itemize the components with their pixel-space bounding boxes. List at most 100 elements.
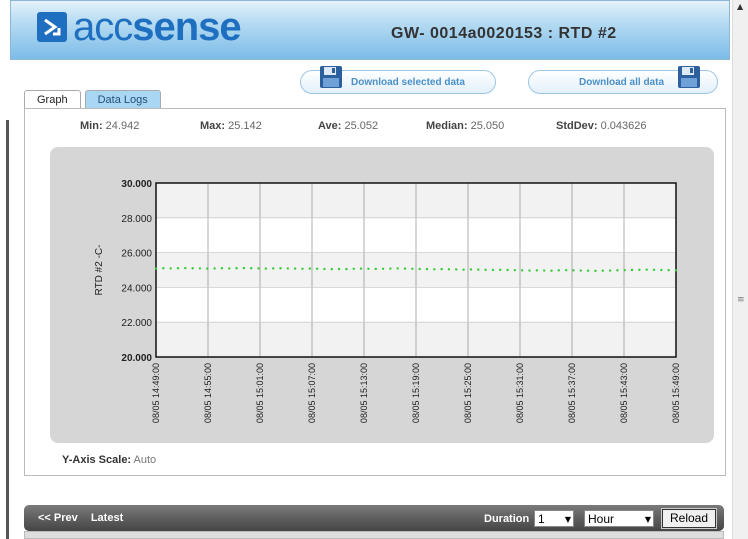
data-point	[374, 267, 377, 271]
data-point	[264, 267, 268, 270]
prev-link[interactable]: << Prev	[38, 512, 78, 524]
data-point	[674, 269, 678, 272]
logo-mark-icon	[37, 12, 67, 42]
data-point	[564, 268, 568, 272]
sensor-page: accsense GW- 0014a0020153 : RTD #2 Downl…	[10, 0, 730, 539]
data-point	[359, 267, 363, 270]
duration-count-select[interactable]: 1 ▼	[534, 510, 574, 527]
data-point	[403, 267, 407, 270]
header-bar: accsense GW- 0014a0020153 : RTD #2	[10, 0, 730, 60]
stat-ave: Ave: 25.052	[318, 120, 379, 132]
data-point	[513, 268, 517, 272]
x-tick-label: 08/05 14:49:00	[151, 363, 161, 423]
data-point	[667, 268, 670, 272]
data-point	[396, 267, 399, 270]
scroll-up-icon[interactable]: ▲	[737, 2, 743, 11]
data-point	[447, 268, 451, 271]
data-point	[228, 267, 231, 270]
tab-graph[interactable]: Graph	[24, 90, 81, 109]
data-point	[381, 267, 385, 270]
data-point	[645, 268, 648, 271]
temperature-chart[interactable]: 20.000 22.000 24.000 26.000 28.000 30.000 08/0…	[50, 147, 714, 443]
y-tick-label: 28.000	[121, 214, 152, 225]
data-point	[220, 267, 224, 270]
data-point	[616, 269, 619, 272]
stat-stddev: StdDev: 0.043626	[556, 120, 647, 132]
stat-max: Max: 25.142	[200, 120, 262, 132]
download-all-button[interactable]: Download all data	[528, 66, 718, 94]
data-point	[337, 267, 341, 271]
data-point	[557, 269, 561, 272]
latest-link[interactable]: Latest	[91, 512, 123, 524]
tab-data-logs[interactable]: Data Logs	[84, 90, 161, 109]
data-point	[484, 268, 487, 272]
data-point	[491, 268, 495, 272]
x-tick-label: 08/05 15:31:00	[515, 363, 525, 423]
tab-bar: Graph Data Logs	[24, 90, 165, 109]
data-point	[506, 268, 509, 272]
data-point	[213, 267, 216, 270]
data-point	[638, 268, 641, 272]
stat-median: Median: 25.050	[426, 120, 505, 132]
accsense-logo[interactable]: accsense	[37, 5, 242, 49]
y-axis-scale: Y-Axis Scale: Auto	[62, 454, 157, 466]
x-tick-label: 08/05 15:01:00	[255, 363, 265, 423]
download-selected-label: Download selected data	[351, 76, 465, 88]
data-point	[433, 268, 436, 271]
data-point	[176, 267, 180, 270]
device-title: GW- 0014a0020153 : RTD #2	[391, 25, 617, 42]
x-tick-label: 08/05 15:49:00	[671, 363, 681, 423]
x-tick-label: 08/05 15:13:00	[359, 363, 369, 423]
data-point	[535, 269, 539, 272]
duration-label: Duration	[484, 513, 530, 525]
data-point	[154, 267, 158, 270]
data-point	[477, 268, 480, 271]
chevron-down-icon: ▼	[564, 515, 571, 524]
x-tick-label: 08/05 15:43:00	[619, 363, 629, 423]
data-point	[352, 267, 355, 270]
data-point	[469, 268, 473, 271]
data-point	[440, 267, 443, 271]
data-point	[198, 267, 202, 270]
window-left-edge	[0, 0, 10, 539]
reload-button[interactable]: Reload	[661, 508, 717, 529]
logo-wordmark: accsense	[73, 5, 242, 49]
data-point	[308, 267, 312, 270]
data-point	[301, 267, 304, 270]
data-point	[345, 267, 348, 271]
floppy-disk-icon	[678, 66, 700, 88]
x-tick-label: 08/05 15:07:00	[307, 363, 317, 423]
vertical-scrollbar[interactable]: ▲ ≡	[732, 0, 748, 539]
data-point	[586, 269, 590, 272]
chart-container: 20.000 22.000 24.000 26.000 28.000 30.000 08/0…	[50, 147, 714, 443]
data-point	[660, 268, 663, 272]
y-tick-label: 20.000	[121, 353, 152, 364]
data-point	[279, 267, 282, 270]
data-point	[250, 267, 253, 270]
y-tick-label: 26.000	[121, 249, 152, 260]
y-tick-label: 30.000	[121, 179, 152, 190]
data-point	[411, 267, 414, 270]
chevron-down-icon: ▼	[644, 515, 651, 524]
data-point	[257, 267, 260, 270]
data-point	[162, 267, 165, 270]
data-point	[286, 267, 290, 270]
data-point	[572, 269, 575, 272]
y-tick-label: 24.000	[121, 283, 152, 294]
data-point	[499, 268, 502, 272]
data-point	[630, 268, 634, 272]
data-point	[418, 267, 421, 271]
navigation-bar: << Prev Latest Duration 1 ▼ Hour ▼ Reload	[24, 505, 724, 531]
data-point	[462, 268, 465, 271]
download-selected-button[interactable]: Download selected data	[300, 66, 496, 94]
duration-unit-select[interactable]: Hour ▼	[584, 510, 654, 527]
scroll-grip-icon[interactable]: ≡	[737, 295, 745, 305]
data-point	[323, 267, 326, 271]
x-tick-label: 08/05 15:25:00	[463, 363, 473, 423]
x-tick-label: 08/05 14:55:00	[203, 363, 213, 423]
x-tick-label: 08/05 15:19:00	[411, 363, 421, 423]
data-point	[623, 268, 626, 272]
data-point	[235, 267, 238, 270]
data-point	[330, 267, 333, 271]
data-point	[367, 267, 370, 270]
